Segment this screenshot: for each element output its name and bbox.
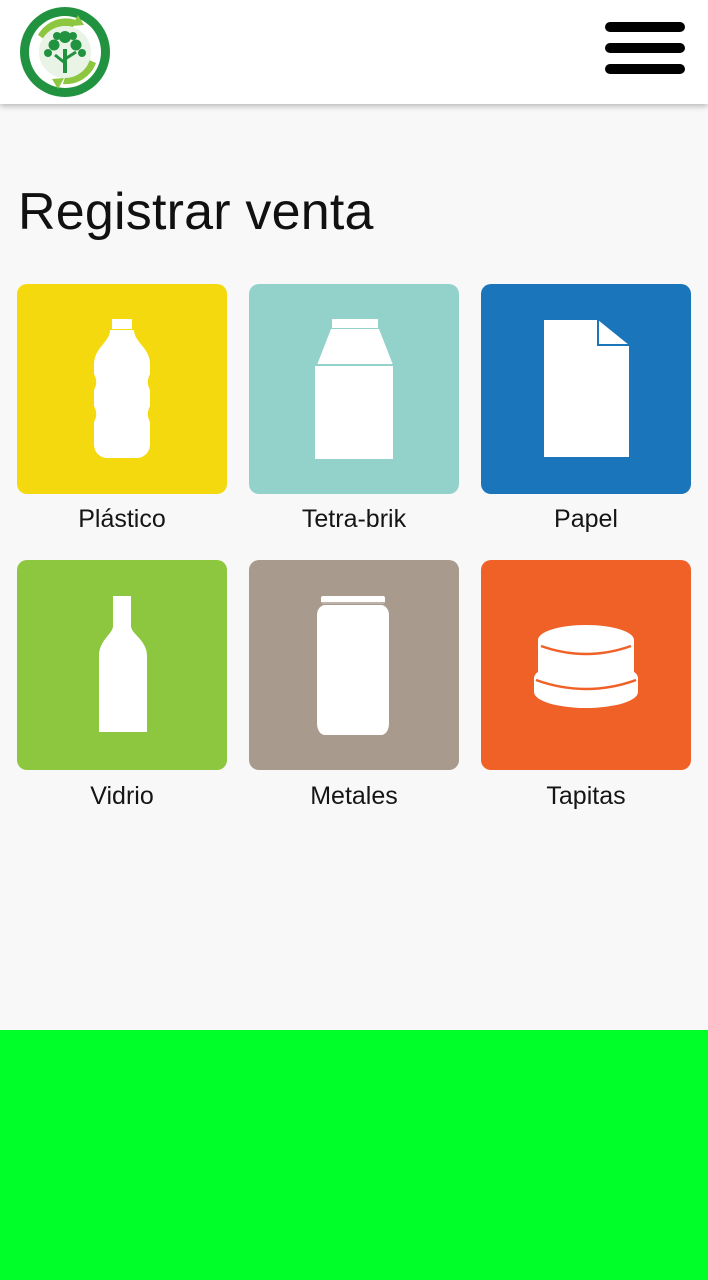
page-title: Registrar venta <box>18 183 374 241</box>
glass-bottle-icon <box>99 596 147 732</box>
category-label-vidrio: Vidrio <box>90 782 154 810</box>
category-label-tapitas: Tapitas <box>546 782 626 810</box>
category-tile-tetra-brik[interactable] <box>249 284 459 494</box>
bottle-cap-icon <box>534 625 638 708</box>
hamburger-menu-icon[interactable] <box>600 18 690 86</box>
category-tile-papel[interactable] <box>481 284 691 494</box>
plastic-bottle-icon <box>94 319 150 458</box>
category-label-plastico: Plástico <box>78 505 166 533</box>
paper-sheet-icon <box>544 320 629 457</box>
menu-bar-middle <box>605 43 685 53</box>
category-tile-metales[interactable] <box>249 560 459 770</box>
category-label-metales: Metales <box>310 782 398 810</box>
tetra-brik-carton-icon <box>315 319 393 459</box>
category-label-tetra-brik: Tetra-brik <box>301 505 407 533</box>
menu-bar-bottom <box>605 64 685 74</box>
menu-bar-top <box>605 22 685 32</box>
recycle-tree-logo[interactable] <box>18 5 112 99</box>
metal-can-icon <box>317 596 389 735</box>
category-tile-plastico[interactable] <box>17 284 227 494</box>
category-label-papel: Papel <box>554 505 618 533</box>
category-tile-tapitas[interactable] <box>481 560 691 770</box>
footer-band <box>0 1030 708 1280</box>
category-tile-vidrio[interactable] <box>17 560 227 770</box>
app-header <box>0 0 708 104</box>
